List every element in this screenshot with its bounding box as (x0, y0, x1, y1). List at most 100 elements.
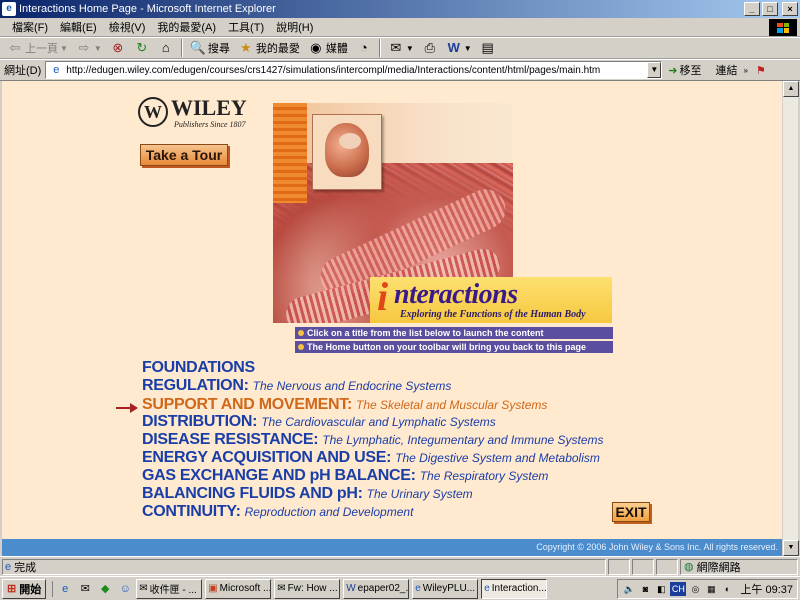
mail-icon: ✉ (390, 40, 402, 55)
status-cell (608, 558, 630, 575)
close-button[interactable]: × (782, 2, 798, 16)
decor-band (273, 103, 307, 203)
address-input[interactable]: e http://edugen.wiley.com/edugen/courses… (45, 61, 663, 79)
menu-view[interactable]: 檢視(V) (103, 19, 152, 35)
topic-continuity[interactable]: CONTINUITY: Reproduction and Development (142, 503, 413, 522)
print-button[interactable]: ⎙ (419, 38, 441, 58)
scroll-down-icon[interactable]: ▼ (783, 540, 799, 556)
topic-regulation[interactable]: REGULATION: The Nervous and Endocrine Sys… (142, 377, 451, 396)
window-title: Interactions Home Page - Microsoft Inter… (19, 3, 276, 15)
ie-icon: e (484, 583, 490, 594)
media-icon: ◉ (310, 40, 322, 55)
ime-indicator[interactable]: CH (670, 581, 687, 596)
favorites-button[interactable]: ★ 我的最愛 (235, 38, 303, 58)
mail-button[interactable]: ✉ ▼ (385, 38, 417, 58)
history-button[interactable]: ◔ (353, 38, 375, 58)
links-button[interactable]: 連結 (716, 62, 738, 78)
wiley-wordmark: WILEY (171, 95, 247, 120)
task-fw-mail[interactable]: ✉ Fw: How ... (274, 578, 341, 599)
outlook-quicklaunch-icon[interactable]: ✉ (77, 581, 93, 597)
security-zone: ◍ 網際網路 (680, 558, 798, 575)
edit-button[interactable]: W ▼ (443, 38, 475, 58)
word-edit-icon: W (447, 40, 460, 55)
home-button[interactable]: ⌂ (155, 38, 177, 58)
search-label: 搜尋 (207, 43, 230, 55)
toolbar: ⇦ 上一頁 ▼ ⇨ ▼ ⊗ ↻ ⌂ 🔍 搜尋 ★ 我的最愛 ◉ 媒體 ◔ ✉ ▼ … (0, 37, 800, 59)
task-epaper[interactable]: Wepaper02_... (343, 578, 410, 599)
address-url[interactable]: http://edugen.wiley.com/edugen/courses/c… (66, 65, 647, 76)
scroll-up-icon[interactable]: ▲ (783, 81, 799, 97)
topic-disease-resistance[interactable]: DISEASE RESISTANCE: The Lymphatic, Integu… (142, 431, 604, 450)
favorites-icon: ★ (240, 40, 252, 55)
volume-icon[interactable]: 🔈 (622, 582, 636, 596)
search-icon: 🔍 (189, 40, 207, 55)
windows-flag-icon: ⊞ (7, 583, 17, 595)
address-label: 網址(D) (4, 65, 42, 77)
tray-app-icon[interactable]: ◧ (654, 582, 668, 596)
home-icon: ⌂ (161, 40, 170, 55)
stop-icon: ⊗ (112, 40, 124, 55)
head-icon (325, 123, 369, 177)
print-icon: ⎙ (424, 40, 435, 55)
go-button[interactable]: ➜ 移至 (668, 62, 701, 78)
discuss-button[interactable]: ▤ (477, 38, 499, 58)
status-text-cell: e 完成 (2, 558, 606, 575)
word-icon: W (346, 583, 356, 594)
menu-help[interactable]: 說明(H) (270, 19, 319, 35)
topic-foundations[interactable]: FOUNDATIONS (142, 359, 255, 378)
toolbar-separator (378, 39, 381, 57)
status-cell (656, 558, 678, 575)
clock[interactable]: 上午 09:37 (740, 581, 793, 597)
topic-distribution[interactable]: DISTRIBUTION: The Cardiovascular and Lymp… (142, 413, 496, 432)
title-word: nteractions (394, 279, 518, 310)
task-interactions[interactable]: e Interaction... (481, 578, 548, 599)
wiley-since: Publishers Since 1807 (174, 120, 246, 129)
status-bar: e 完成 ◍ 網際網路 (0, 556, 800, 576)
tray-app-icon[interactable]: ▦ (704, 582, 718, 596)
messenger-quicklaunch-icon[interactable]: ☺ (117, 581, 133, 597)
windows-logo-icon (769, 19, 797, 36)
forward-button[interactable]: ⇨ ▼ (73, 38, 105, 58)
status-text: 完成 (14, 561, 37, 574)
topic-balancing-fluids[interactable]: BALANCING FLUIDS AND pH: The Urinary Syst… (142, 485, 473, 504)
ie-quicklaunch-icon[interactable]: e (57, 581, 73, 597)
topic-gas-exchange[interactable]: GAS EXCHANGE AND pH BALANCE: The Respirat… (142, 467, 548, 486)
task-inbox[interactable]: ✉ 收件匣 - ... (136, 578, 203, 599)
bullet-icon (298, 344, 304, 350)
wiley-mark-icon: W (138, 97, 168, 127)
quick-launch: e ✉ ◆ ☺ (52, 580, 133, 597)
take-a-tour-button[interactable]: Take a Tour (140, 144, 228, 166)
task-microsoft[interactable]: ▣ Microsoft ... (205, 578, 272, 599)
back-button[interactable]: ⇦ 上一頁 ▼ (4, 38, 71, 58)
tray-app-icon[interactable]: ◎ (688, 582, 702, 596)
forward-dropdown-icon: ▼ (93, 43, 102, 53)
task-wileyplus[interactable]: e WileyPLU... (412, 578, 479, 599)
minimize-button[interactable]: _ (744, 2, 760, 16)
extension-icon[interactable]: ⚑ (756, 64, 766, 77)
app-quicklaunch-icon[interactable]: ◆ (97, 581, 113, 597)
mail-doc-icon: ✉ (277, 583, 286, 594)
address-bar: 網址(D) e http://edugen.wiley.com/edugen/c… (0, 59, 800, 81)
menu-file[interactable]: 檔案(F) (6, 19, 54, 35)
refresh-button[interactable]: ↻ (131, 38, 153, 58)
menu-tools[interactable]: 工具(T) (222, 19, 270, 35)
address-dropdown-icon[interactable]: ▼ (647, 62, 662, 78)
bullet-icon (298, 330, 304, 336)
ie-icon: e (2, 2, 16, 16)
search-button[interactable]: 🔍 搜尋 (187, 38, 233, 58)
menu-favorites[interactable]: 我的最愛(A) (151, 19, 222, 35)
vertical-scrollbar[interactable]: ▲ ▼ (782, 81, 799, 556)
subtitle: Exploring the Functions of the Human Bod… (400, 309, 586, 320)
media-button[interactable]: ◉ 媒體 (305, 38, 351, 58)
menu-edit[interactable]: 編輯(E) (54, 19, 103, 35)
exit-button[interactable]: EXIT (612, 502, 650, 522)
stop-button[interactable]: ⊗ (107, 38, 129, 58)
history-icon: ◔ (359, 40, 368, 55)
links-chevron-icon[interactable]: » (744, 66, 748, 75)
maximize-button[interactable]: □ (762, 2, 778, 16)
tray-app-icon[interactable]: ◐ (720, 582, 734, 596)
wiley-logo: W WILEY Publishers Since 1807 (138, 95, 248, 135)
start-button[interactable]: ⊞ 開始 (2, 578, 47, 599)
topic-energy-acquisition[interactable]: ENERGY ACQUISITION AND USE: The Digestive… (142, 449, 600, 468)
tray-app-icon[interactable]: ◙ (638, 582, 652, 596)
